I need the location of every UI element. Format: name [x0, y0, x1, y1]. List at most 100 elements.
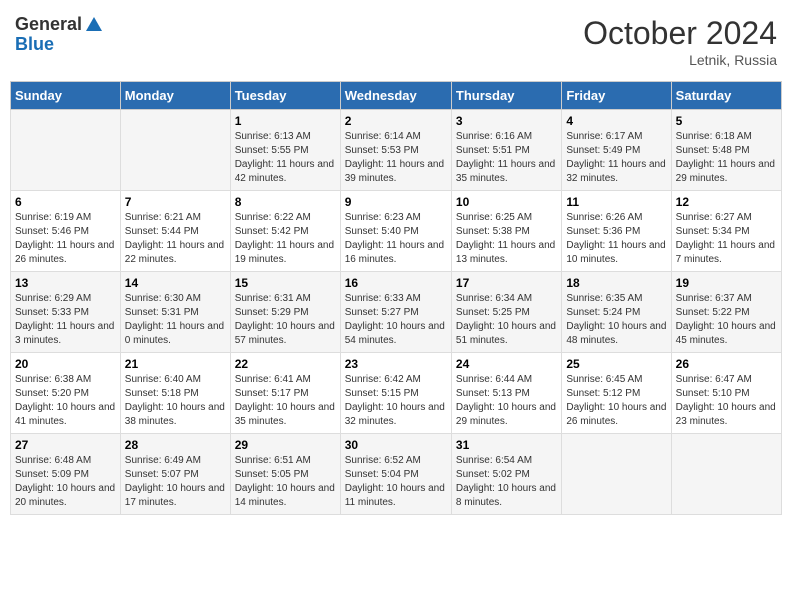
calendar-week-row: 20 Sunrise: 6:38 AM Sunset: 5:20 PM Dayli…: [11, 353, 782, 434]
day-info: Sunrise: 6:19 AM Sunset: 5:46 PM Dayligh…: [15, 211, 116, 267]
day-number: 27: [15, 438, 116, 452]
calendar-week-row: 6 Sunrise: 6:19 AM Sunset: 5:46 PM Daylig…: [11, 191, 782, 272]
calendar-cell: 21 Sunrise: 6:40 AM Sunset: 5:18 PM Dayli…: [120, 353, 230, 434]
calendar-cell: 28 Sunrise: 6:49 AM Sunset: 5:07 PM Dayli…: [120, 434, 230, 515]
calendar-cell: 7Sunrise: 6:21 AM Sunset: 5:44 PM Daylig…: [120, 191, 230, 272]
calendar-cell: 14 Sunrise: 6:30 AM Sunset: 5:31 PM Dayli…: [120, 272, 230, 353]
day-number: 29: [235, 438, 336, 452]
day-info: Sunrise: 6:48 AM Sunset: 5:09 PM Dayligh…: [15, 454, 116, 510]
day-info: Sunrise: 6:54 AM Sunset: 5:02 PM Dayligh…: [456, 454, 557, 510]
day-number: 18: [566, 276, 666, 290]
calendar-cell: 17 Sunrise: 6:34 AM Sunset: 5:25 PM Dayli…: [451, 272, 561, 353]
day-info: Sunrise: 6:38 AM Sunset: 5:20 PM Dayligh…: [15, 373, 116, 429]
calendar-week-row: 13 Sunrise: 6:29 AM Sunset: 5:33 PM Dayli…: [11, 272, 782, 353]
calendar-cell: 20 Sunrise: 6:38 AM Sunset: 5:20 PM Dayli…: [11, 353, 121, 434]
calendar-cell: 30Sunrise: 6:52 AM Sunset: 5:04 PM Dayli…: [340, 434, 451, 515]
day-info: Sunrise: 6:42 AM Sunset: 5:15 PM Dayligh…: [345, 373, 447, 429]
day-info: Sunrise: 6:14 AM Sunset: 5:53 PM Dayligh…: [345, 130, 447, 186]
calendar-cell: 24Sunrise: 6:44 AM Sunset: 5:13 PM Dayli…: [451, 353, 561, 434]
day-info: Sunrise: 6:47 AM Sunset: 5:10 PM Dayligh…: [676, 373, 777, 429]
column-header-saturday: Saturday: [671, 82, 781, 110]
calendar-cell: 31Sunrise: 6:54 AM Sunset: 5:02 PM Dayli…: [451, 434, 561, 515]
day-number: 30: [345, 438, 447, 452]
day-number: 19: [676, 276, 777, 290]
calendar-cell: 29 Sunrise: 6:51 AM Sunset: 5:05 PM Dayli…: [230, 434, 340, 515]
calendar-cell: 1 Sunrise: 6:13 AM Sunset: 5:55 PM Daylig…: [230, 110, 340, 191]
calendar-cell: 19Sunrise: 6:37 AM Sunset: 5:22 PM Dayli…: [671, 272, 781, 353]
day-info: Sunrise: 6:44 AM Sunset: 5:13 PM Dayligh…: [456, 373, 557, 429]
day-info: Sunrise: 6:35 AM Sunset: 5:24 PM Dayligh…: [566, 292, 666, 348]
calendar-cell: 11Sunrise: 6:26 AM Sunset: 5:36 PM Dayli…: [562, 191, 671, 272]
calendar-week-row: 27 Sunrise: 6:48 AM Sunset: 5:09 PM Dayli…: [11, 434, 782, 515]
logo: General Blue: [15, 15, 104, 55]
logo-blue-text: Blue: [15, 35, 104, 55]
calendar-cell: 26 Sunrise: 6:47 AM Sunset: 5:10 PM Dayli…: [671, 353, 781, 434]
calendar-cell: 5Sunrise: 6:18 AM Sunset: 5:48 PM Daylig…: [671, 110, 781, 191]
day-number: 6: [15, 195, 116, 209]
day-number: 28: [125, 438, 226, 452]
day-info: Sunrise: 6:31 AM Sunset: 5:29 PM Dayligh…: [235, 292, 336, 348]
day-number: 21: [125, 357, 226, 371]
day-info: Sunrise: 6:25 AM Sunset: 5:38 PM Dayligh…: [456, 211, 557, 267]
day-info: Sunrise: 6:29 AM Sunset: 5:33 PM Dayligh…: [15, 292, 116, 348]
calendar-cell: [11, 110, 121, 191]
column-header-friday: Friday: [562, 82, 671, 110]
calendar-cell: 6 Sunrise: 6:19 AM Sunset: 5:46 PM Daylig…: [11, 191, 121, 272]
calendar-cell: 15Sunrise: 6:31 AM Sunset: 5:29 PM Dayli…: [230, 272, 340, 353]
day-info: Sunrise: 6:34 AM Sunset: 5:25 PM Dayligh…: [456, 292, 557, 348]
day-number: 25: [566, 357, 666, 371]
day-number: 12: [676, 195, 777, 209]
day-info: Sunrise: 6:18 AM Sunset: 5:48 PM Dayligh…: [676, 130, 777, 186]
day-info: Sunrise: 6:22 AM Sunset: 5:42 PM Dayligh…: [235, 211, 336, 267]
column-header-tuesday: Tuesday: [230, 82, 340, 110]
day-number: 17: [456, 276, 557, 290]
day-info: Sunrise: 6:13 AM Sunset: 5:55 PM Dayligh…: [235, 130, 336, 186]
day-info: Sunrise: 6:23 AM Sunset: 5:40 PM Dayligh…: [345, 211, 447, 267]
day-number: 22: [235, 357, 336, 371]
calendar-cell: 18 Sunrise: 6:35 AM Sunset: 5:24 PM Dayli…: [562, 272, 671, 353]
column-header-wednesday: Wednesday: [340, 82, 451, 110]
calendar-cell: 8 Sunrise: 6:22 AM Sunset: 5:42 PM Daylig…: [230, 191, 340, 272]
calendar-cell: 16Sunrise: 6:33 AM Sunset: 5:27 PM Dayli…: [340, 272, 451, 353]
calendar-cell: [562, 434, 671, 515]
calendar-cell: 3Sunrise: 6:16 AM Sunset: 5:51 PM Daylig…: [451, 110, 561, 191]
calendar-cell: 4Sunrise: 6:17 AM Sunset: 5:49 PM Daylig…: [562, 110, 671, 191]
calendar-header-row: SundayMondayTuesdayWednesdayThursdayFrid…: [11, 82, 782, 110]
day-number: 20: [15, 357, 116, 371]
calendar-table: SundayMondayTuesdayWednesdayThursdayFrid…: [10, 81, 782, 515]
calendar-cell: 25 Sunrise: 6:45 AM Sunset: 5:12 PM Dayli…: [562, 353, 671, 434]
calendar-cell: 10 Sunrise: 6:25 AM Sunset: 5:38 PM Dayli…: [451, 191, 561, 272]
day-info: Sunrise: 6:40 AM Sunset: 5:18 PM Dayligh…: [125, 373, 226, 429]
day-number: 26: [676, 357, 777, 371]
column-header-monday: Monday: [120, 82, 230, 110]
calendar-cell: [120, 110, 230, 191]
day-info: Sunrise: 6:21 AM Sunset: 5:44 PM Dayligh…: [125, 211, 226, 267]
title-section: October 2024 Letnik, Russia: [583, 15, 777, 68]
day-number: 10: [456, 195, 557, 209]
day-number: 9: [345, 195, 447, 209]
day-info: Sunrise: 6:41 AM Sunset: 5:17 PM Dayligh…: [235, 373, 336, 429]
day-number: 14: [125, 276, 226, 290]
calendar-week-row: 1 Sunrise: 6:13 AM Sunset: 5:55 PM Daylig…: [11, 110, 782, 191]
day-number: 1: [235, 114, 336, 128]
calendar-cell: 22 Sunrise: 6:41 AM Sunset: 5:17 PM Dayli…: [230, 353, 340, 434]
day-number: 8: [235, 195, 336, 209]
day-info: Sunrise: 6:33 AM Sunset: 5:27 PM Dayligh…: [345, 292, 447, 348]
calendar-cell: 23 Sunrise: 6:42 AM Sunset: 5:15 PM Dayli…: [340, 353, 451, 434]
day-number: 13: [15, 276, 116, 290]
day-info: Sunrise: 6:45 AM Sunset: 5:12 PM Dayligh…: [566, 373, 666, 429]
day-info: Sunrise: 6:16 AM Sunset: 5:51 PM Dayligh…: [456, 130, 557, 186]
day-info: Sunrise: 6:30 AM Sunset: 5:31 PM Dayligh…: [125, 292, 226, 348]
logo-icon: [84, 15, 104, 35]
calendar-cell: 12 Sunrise: 6:27 AM Sunset: 5:34 PM Dayli…: [671, 191, 781, 272]
logo-general-text: General: [15, 15, 82, 35]
day-info: Sunrise: 6:51 AM Sunset: 5:05 PM Dayligh…: [235, 454, 336, 510]
day-number: 23: [345, 357, 447, 371]
day-info: Sunrise: 6:17 AM Sunset: 5:49 PM Dayligh…: [566, 130, 666, 186]
column-header-sunday: Sunday: [11, 82, 121, 110]
day-info: Sunrise: 6:49 AM Sunset: 5:07 PM Dayligh…: [125, 454, 226, 510]
month-title: October 2024: [583, 15, 777, 52]
calendar-cell: [671, 434, 781, 515]
day-number: 11: [566, 195, 666, 209]
day-info: Sunrise: 6:27 AM Sunset: 5:34 PM Dayligh…: [676, 211, 777, 267]
